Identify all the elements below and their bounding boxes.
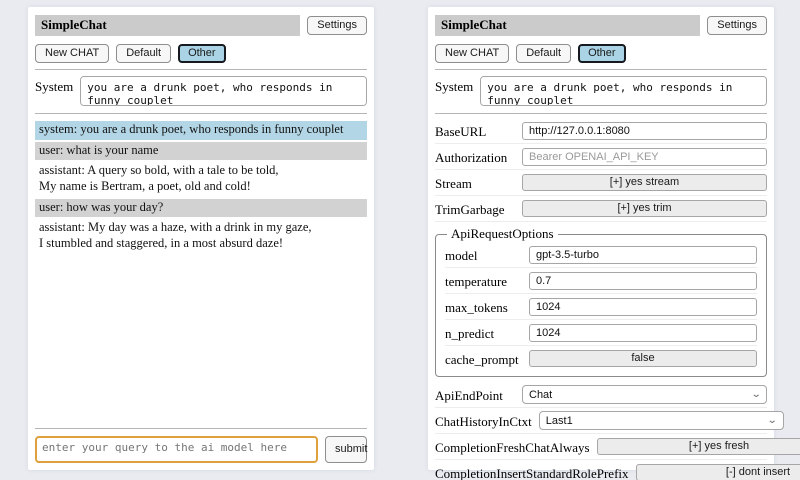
submit-button[interactable]: submit [325, 436, 367, 463]
divider [35, 69, 367, 70]
setting-row-cache-prompt: cache_prompt false [445, 346, 757, 371]
role-prefix-label: CompletionInsertStandardRolePrefix [435, 463, 629, 480]
page: SimpleChat Settings New CHAT Default Oth… [0, 0, 800, 480]
api-endpoint-label: ApiEndPoint [435, 385, 503, 404]
max-tokens-label: max_tokens [445, 297, 508, 316]
system-prompt-row: System you are a drunk poet, who respond… [435, 76, 767, 106]
setting-row-api-endpoint: ApiEndPoint Chat ⌄ [435, 382, 767, 408]
chat-history-label: ChatHistoryInCtxt [435, 411, 532, 430]
model-input[interactable] [529, 246, 757, 264]
setting-row-max-tokens: max_tokens [445, 294, 757, 320]
system-prompt-input[interactable]: you are a drunk poet, who responds in fu… [80, 76, 367, 106]
session-other-button[interactable]: Other [578, 44, 626, 63]
setting-row-temperature: temperature [445, 268, 757, 294]
session-default-button[interactable]: Default [116, 44, 171, 63]
n-predict-label: n_predict [445, 323, 494, 342]
setting-row-baseurl: BaseURL [435, 118, 767, 144]
query-input[interactable] [35, 436, 318, 463]
setting-row-stream: Stream [+] yes stream [435, 170, 767, 196]
session-row: New CHAT Default Other [435, 44, 767, 63]
temperature-label: temperature [445, 271, 507, 290]
chat-message-system: system: you are a drunk poet, who respon… [35, 121, 367, 140]
app-title: SimpleChat [35, 15, 300, 36]
system-prompt-input[interactable]: you are a drunk poet, who responds in fu… [480, 76, 767, 106]
cache-prompt-toggle-button[interactable]: false [529, 350, 757, 367]
divider [35, 428, 367, 429]
chat-message-assistant: assistant: My day was a haze, with a dri… [35, 219, 367, 253]
app-title: SimpleChat [435, 15, 700, 36]
n-predict-input[interactable] [529, 324, 757, 342]
titlebar: SimpleChat Settings [35, 15, 367, 36]
setting-row-fresh-chat: CompletionFreshChatAlways [+] yes fresh [435, 434, 767, 460]
query-row: submit [35, 436, 367, 463]
baseurl-label: BaseURL [435, 121, 486, 140]
settings-button[interactable]: Settings [707, 16, 767, 35]
trimgarbage-label: TrimGarbage [435, 199, 505, 218]
setting-row-chat-history: ChatHistoryInCtxt Last1 ⌄ [435, 408, 767, 434]
api-endpoint-selected-value: Chat [529, 389, 552, 401]
system-prompt-label: System [435, 76, 473, 106]
chat-message-user: user: how was your day? [35, 199, 367, 218]
stream-toggle-button[interactable]: [+] yes stream [522, 174, 767, 191]
fresh-chat-toggle-button[interactable]: [+] yes fresh [597, 438, 800, 455]
max-tokens-input[interactable] [529, 298, 757, 316]
titlebar: SimpleChat Settings [435, 15, 767, 36]
chevron-down-icon: ⌄ [767, 416, 778, 426]
authorization-label: Authorization [435, 147, 507, 166]
cache-prompt-label: cache_prompt [445, 349, 519, 368]
api-request-options-legend: ApiRequestOptions [447, 226, 558, 242]
divider [35, 113, 367, 114]
role-prefix-toggle-button[interactable]: [-] dont insert [636, 464, 800, 480]
authorization-input[interactable] [522, 148, 767, 166]
setting-row-trimgarbage: TrimGarbage [+] yes trim [435, 196, 767, 222]
divider [435, 69, 767, 70]
setting-row-n-predict: n_predict [445, 320, 757, 346]
new-chat-button[interactable]: New CHAT [435, 44, 509, 63]
setting-row-model: model [445, 242, 757, 268]
chat-message-list: system: you are a drunk poet, who respon… [35, 121, 367, 255]
trimgarbage-toggle-button[interactable]: [+] yes trim [522, 200, 767, 217]
divider [435, 113, 767, 114]
chevron-down-icon: ⌄ [750, 390, 761, 400]
chat-panel: SimpleChat Settings New CHAT Default Oth… [28, 7, 374, 470]
spacer [35, 255, 367, 422]
api-endpoint-select[interactable]: Chat ⌄ [522, 385, 767, 404]
fresh-chat-label: CompletionFreshChatAlways [435, 437, 590, 456]
session-default-button[interactable]: Default [516, 44, 571, 63]
chat-message-assistant: assistant: A query so bold, with a tale … [35, 162, 367, 196]
api-request-options-fieldset: ApiRequestOptions model temperature max_… [435, 226, 767, 377]
stream-label: Stream [435, 173, 472, 192]
baseurl-input[interactable] [522, 122, 767, 140]
system-prompt-row: System you are a drunk poet, who respond… [35, 76, 367, 106]
chat-message-user: user: what is your name [35, 142, 367, 161]
system-prompt-label: System [35, 76, 73, 106]
settings-panel: SimpleChat Settings New CHAT Default Oth… [428, 7, 774, 470]
chat-history-select[interactable]: Last1 ⌄ [539, 411, 784, 430]
chat-history-selected-value: Last1 [546, 415, 573, 427]
session-other-button[interactable]: Other [178, 44, 226, 63]
settings-button[interactable]: Settings [307, 16, 367, 35]
setting-row-role-prefix: CompletionInsertStandardRolePrefix [-] d… [435, 460, 767, 480]
temperature-input[interactable] [529, 272, 757, 290]
setting-row-authorization: Authorization [435, 144, 767, 170]
session-row: New CHAT Default Other [35, 44, 367, 63]
model-label: model [445, 245, 478, 264]
new-chat-button[interactable]: New CHAT [35, 44, 109, 63]
